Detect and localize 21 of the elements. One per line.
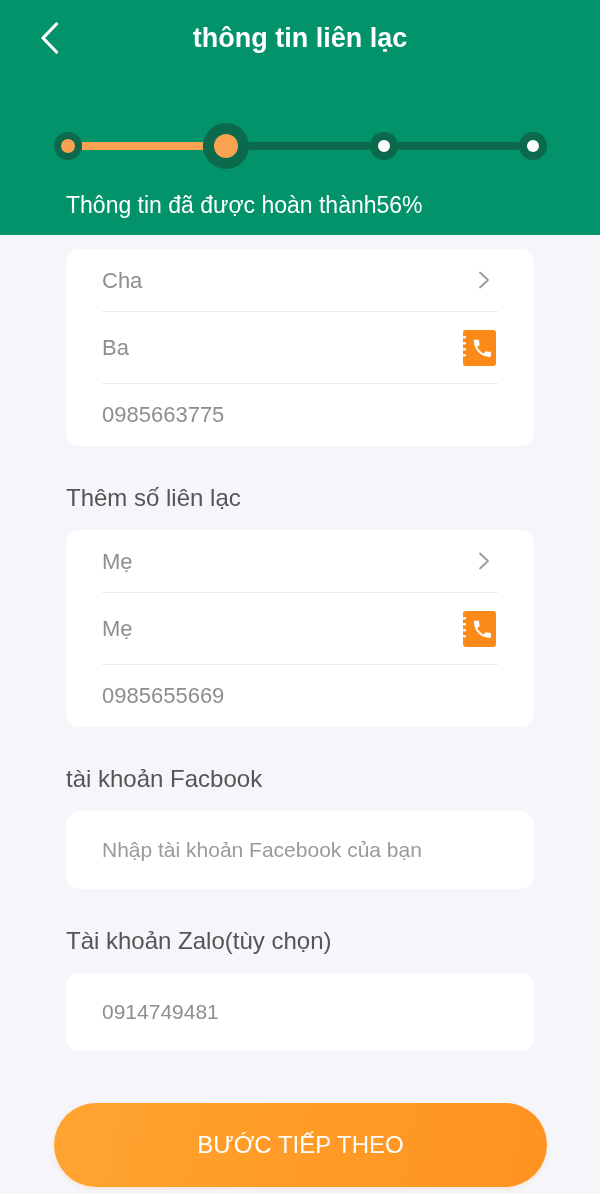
contacts-button[interactable]	[463, 610, 496, 647]
relation-select[interactable]: Cha	[102, 249, 498, 311]
section-label: tài khoản Facbook	[66, 764, 263, 794]
phone-book-icon	[463, 329, 496, 366]
chevron-right-icon	[478, 552, 490, 570]
progress-text: Thông tin đã được hoàn thành56%	[66, 190, 423, 220]
contacts-button[interactable]	[463, 329, 496, 366]
phone-field[interactable]: 0985655669	[102, 676, 498, 716]
text-field[interactable]: 0914749481	[66, 973, 534, 1051]
text-field[interactable]: Nhập tài khoản Facebook của bạn	[66, 811, 534, 889]
page-title: thông tin liên lạc	[191, 21, 409, 55]
back-chevron-icon	[39, 22, 59, 54]
phone-book-icon	[463, 610, 496, 647]
name-field[interactable]: Ba	[102, 327, 451, 368]
relation-select[interactable]: Mẹ	[102, 530, 498, 592]
section-label: Thêm số liên lạc	[66, 483, 241, 513]
phone-field[interactable]: 0985663775	[102, 395, 498, 435]
next-step-button[interactable]: BƯỚC TIẾP THEO	[54, 1103, 547, 1187]
section-label: Tài khoản Zalo(tùy chọn)	[66, 926, 332, 956]
chevron-right-icon	[478, 271, 490, 289]
name-field[interactable]: Mẹ	[102, 608, 451, 649]
